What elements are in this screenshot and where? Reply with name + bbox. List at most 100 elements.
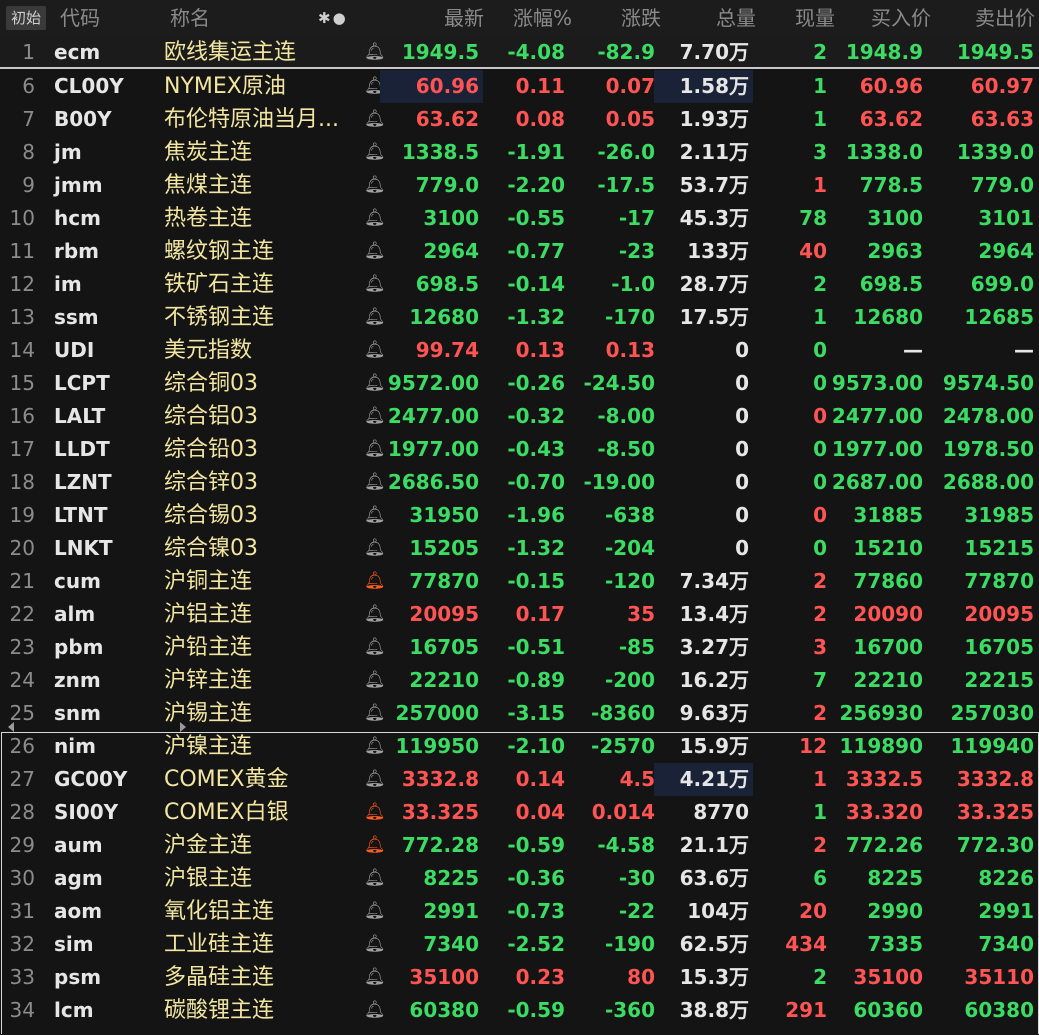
table-row[interactable]: 1 ecm 欧线集运主连 🔔︎ 1949.5 -4.08 -82.9 7.70万 2 1948.9…	[0, 36, 1039, 69]
header-ask[interactable]: 卖出价	[975, 0, 1035, 36]
table-row[interactable]: 9 jmm 焦煤主连 🔔︎ 779.0 -2.20 -17.5 53.7万 1 778.5 779.…	[0, 169, 1039, 202]
table-row[interactable]: 30 agm 沪银主连 🔔︎ 8225 -0.36 -30 63.6万 6 8225 8226	[0, 862, 1039, 895]
table-row[interactable]: 33 psm 多晶硅主连 🔔︎ 35100 0.23 80 15.3万 2 35100 35110	[0, 961, 1039, 994]
table-row[interactable]: 28 SI00Y COMEX白银 🔔︎ 33.325 0.04 0.014 8770 1 33.3…	[0, 796, 1039, 829]
cell-ask: 2964	[978, 239, 1034, 263]
header-code[interactable]: 代码	[60, 0, 100, 36]
bell-icon[interactable]: 🔔︎	[364, 862, 386, 895]
bell-icon[interactable]: 🔔︎	[364, 235, 386, 268]
cell-cur: 1	[813, 800, 827, 824]
cell-pct: -0.73	[507, 899, 565, 923]
cell-ask: 119940	[950, 734, 1035, 758]
cell-volume: 53.7万	[679, 173, 749, 197]
table-row[interactable]: 13 ssm 不锈钢主连 🔔︎ 12680 -1.32 -170 17.5万 1 12680 126…	[0, 301, 1039, 334]
bell-icon[interactable]: 🔔︎	[364, 499, 386, 532]
bell-icon[interactable]: 🔔︎	[364, 730, 386, 763]
header-volume[interactable]: 总量	[716, 0, 756, 36]
table-row[interactable]: 8 jm 焦炭主连 🔔︎ 1338.5 -1.91 -26.0 2.11万 3 1338.0 133…	[0, 136, 1039, 169]
table-row[interactable]: 34 lcm 碳酸锂主连 🔔︎ 60380 -0.59 -360 38.8万 291 60360 6…	[0, 994, 1039, 1027]
pinned-separator	[0, 67, 1039, 69]
header-name[interactable]: 称名	[170, 0, 210, 36]
bell-icon[interactable]: 🔔︎	[364, 367, 386, 400]
row-index: 34	[9, 998, 35, 1022]
bell-icon[interactable]: 🔔︎	[364, 169, 386, 202]
table-row[interactable]: 20 LNKT 综合镍03 🔔︎ 15205 -1.32 -204 0 0 15210 15215	[0, 532, 1039, 565]
header-last[interactable]: 最新	[444, 0, 484, 36]
table-row[interactable]: 31 aom 氧化铝主连 🔔︎ 2991 -0.73 -22 104万 20 2990 2991	[0, 895, 1039, 928]
header-bid[interactable]: 买入价	[871, 0, 931, 36]
table-row[interactable]: 23 pbm 沪铅主连 🔔︎ 16705 -0.51 -85 3.27万 3 16700 16705	[0, 631, 1039, 664]
bell-icon[interactable]: 🔔︎	[364, 763, 386, 796]
table-row[interactable]: 14 UDI 美元指数 🔔︎ 99.74 0.13 0.13 0 0 — —	[0, 334, 1039, 367]
table-row[interactable]: 16 LALT 综合铝03 🔔︎ 2477.00 -0.32 -8.00 0 0 2477.00 2…	[0, 400, 1039, 433]
cell-last: 3100	[423, 206, 479, 230]
bell-icon[interactable]: 🔔︎	[364, 796, 386, 829]
quote-board: 初始 代码 称名 ✱● 最新 涨幅% 涨跌 总量 现量 买入价 卖出价 1 ecm…	[0, 0, 1039, 1035]
cell-ask: 2688.00	[942, 470, 1034, 494]
cell-chg: -82.9	[597, 40, 655, 64]
bell-icon[interactable]: 🔔︎	[364, 301, 386, 334]
bell-icon[interactable]: 🔔︎	[364, 994, 386, 1027]
table-row[interactable]: 17 LLDT 综合铅03 🔔︎ 1977.00 -0.43 -8.50 0 0 1977.00 1…	[0, 433, 1039, 466]
cell-chg: -120	[604, 569, 655, 593]
bell-icon[interactable]: 🔔︎	[364, 103, 386, 136]
bell-icon[interactable]: 🔔︎	[364, 895, 386, 928]
table-row[interactable]: 27 GC00Y COMEX黄金 🔔︎ 3332.8 0.14 4.5 4.21万 1 3332.…	[0, 763, 1039, 796]
row-code: GC00Y	[54, 767, 128, 791]
bell-icon[interactable]: 🔔︎	[364, 829, 386, 862]
cell-pct: -1.32	[507, 305, 565, 329]
table-row[interactable]: 21 cum 沪铜主连 🔔︎ 77870 -0.15 -120 7.34万 2 77860 7787…	[0, 565, 1039, 598]
bell-icon[interactable]: 🔔︎	[364, 36, 386, 69]
header-pct[interactable]: 涨幅%	[513, 0, 572, 36]
bell-icon[interactable]: 🔔︎	[364, 697, 386, 730]
bell-icon[interactable]: 🔔︎	[364, 928, 386, 961]
table-row[interactable]: 11 rbm 螺纹钢主连 🔔︎ 2964 -0.77 -23 133万 40 2963 2964	[0, 235, 1039, 268]
cell-last: 2991	[423, 899, 479, 923]
cell-bid: 2963	[867, 239, 923, 263]
row-index: 32	[9, 932, 35, 956]
bell-icon[interactable]: 🔔︎	[364, 532, 386, 565]
cell-chg: -170	[604, 305, 655, 329]
table-row[interactable]: 22 alm 沪铝主连 🔔︎ 20095 0.17 35 13.4万 2 20090 20095	[0, 598, 1039, 631]
bell-icon[interactable]: 🔔︎	[364, 136, 386, 169]
table-row[interactable]: 10 hcm 热卷主连 🔔︎ 3100 -0.55 -17 45.3万 78 3100 3101	[0, 202, 1039, 235]
table-row[interactable]: 24 znm 沪锌主连 🔔︎ 22210 -0.89 -200 16.2万 7 22210 2221…	[0, 664, 1039, 697]
cell-volume: 13.4万	[679, 602, 749, 626]
cell-cur: 3	[813, 635, 827, 659]
reset-button[interactable]: 初始	[6, 6, 47, 30]
bell-icon[interactable]: 🔔︎	[364, 565, 386, 598]
bell-icon[interactable]: 🔔︎	[364, 400, 386, 433]
bell-icon[interactable]: 🔔︎	[364, 961, 386, 994]
header-cur[interactable]: 现量	[795, 0, 835, 36]
cell-cur: 0	[813, 338, 827, 362]
bell-icon[interactable]: 🔔︎	[364, 334, 386, 367]
table-row[interactable]: 15 LCPT 综合铜03 🔔︎ 9572.00 -0.26 -24.50 0 0 9573.00…	[0, 367, 1039, 400]
row-name: 综合铅03	[164, 437, 258, 462]
bell-icon[interactable]: 🔔︎	[364, 268, 386, 301]
row-index: 28	[9, 800, 35, 824]
header-chg[interactable]: 涨跌	[621, 0, 661, 36]
column-header: 初始 代码 称名 ✱● 最新 涨幅% 涨跌 总量 现量 买入价 卖出价	[0, 0, 1039, 36]
bell-icon[interactable]: 🔔︎	[364, 631, 386, 664]
settings-icon[interactable]: ✱●	[318, 0, 348, 36]
cell-chg: 0.05	[605, 107, 655, 131]
bell-icon[interactable]: 🔔︎	[364, 598, 386, 631]
table-row[interactable]: 18 LZNT 综合锌03 🔔︎ 2686.50 -0.70 -19.00 0 0 2687.00…	[0, 466, 1039, 499]
cell-bid: 20090	[853, 602, 923, 626]
bell-icon[interactable]: 🔔︎	[364, 664, 386, 697]
row-code: jm	[54, 140, 82, 164]
cell-pct: -0.89	[507, 668, 565, 692]
table-row[interactable]: 26 nim 沪镍主连 🔔︎ 119950 -2.10 -2570 15.9万 12 119890…	[0, 730, 1039, 763]
table-row[interactable]: 29 aum 沪金主连 🔔︎ 772.28 -0.59 -4.58 21.1万 2 772.26 7…	[0, 829, 1039, 862]
table-row[interactable]: 19 LTNT 综合锡03 🔔︎ 31950 -1.96 -638 0 0 31885 31985	[0, 499, 1039, 532]
bell-icon[interactable]: 🔔︎	[364, 433, 386, 466]
bell-icon[interactable]: 🔔︎	[364, 466, 386, 499]
cell-last: 16705	[409, 635, 479, 659]
cell-cur: 0	[813, 437, 827, 461]
table-row[interactable]: 6 CL00Y NYMEX原油 🔔︎ 60.96 0.11 0.07 1.58万 1 60.96 6…	[0, 70, 1039, 103]
bell-icon[interactable]: 🔔︎	[364, 202, 386, 235]
table-row[interactable]: 32 sim 工业硅主连 🔔︎ 7340 -2.52 -190 62.5万 434 7335 734…	[0, 928, 1039, 961]
table-row[interactable]: 12 im 铁矿石主连 🔔︎ 698.5 -0.14 -1.0 28.7万 2 698.5 699.…	[0, 268, 1039, 301]
table-row[interactable]: 7 B00Y 布伦特原油当月... 🔔︎ 63.62 0.08 0.05 1.93万 1 63.6…	[0, 103, 1039, 136]
cell-cur: 2	[813, 40, 827, 64]
